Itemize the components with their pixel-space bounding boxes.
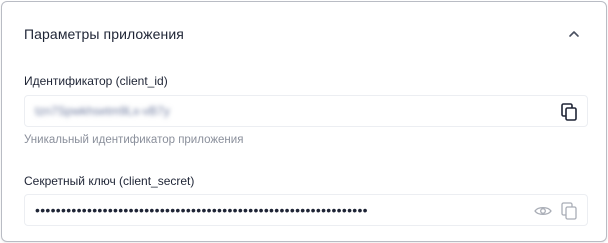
client-secret-field[interactable]: ••••••••••••••••••••••••••••••••••••••••… bbox=[24, 194, 588, 226]
app-parameters-panel: Параметры приложения Идентификатор (clie… bbox=[1, 1, 607, 242]
client-secret-label: Секретный ключ (client_secret) bbox=[24, 174, 195, 188]
eye-icon[interactable] bbox=[533, 201, 553, 221]
panel-header[interactable]: Параметры приложения bbox=[24, 24, 584, 46]
panel-title: Параметры приложения bbox=[24, 26, 184, 42]
copy-icon[interactable] bbox=[559, 102, 579, 122]
client-id-hint: Уникальный идентификатор приложения bbox=[24, 134, 244, 146]
copy-icon[interactable] bbox=[559, 201, 579, 221]
client-secret-value: ••••••••••••••••••••••••••••••••••••••••… bbox=[35, 202, 368, 218]
client-id-label: Идентификатор (client_id) bbox=[24, 74, 168, 88]
client-id-value: tzn7Spwkhsetm9Lx-vB7y bbox=[35, 104, 170, 118]
client-id-field[interactable]: tzn7Spwkhsetm9Lx-vB7y bbox=[24, 95, 588, 127]
chevron-up-icon[interactable] bbox=[564, 25, 584, 43]
